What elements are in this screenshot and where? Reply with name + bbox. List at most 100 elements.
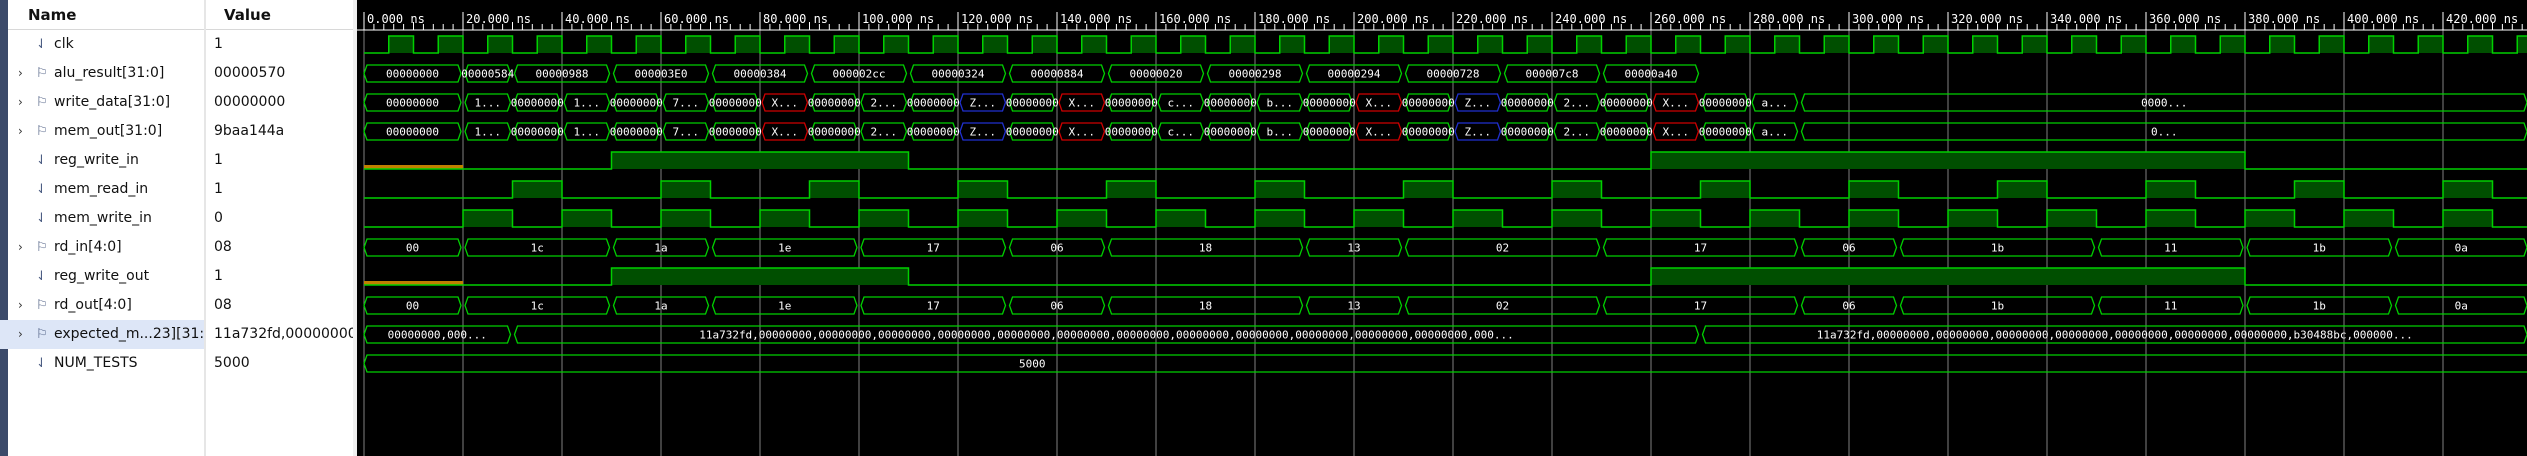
signal-value: 00000570 [214, 65, 286, 81]
high-level-fill [463, 210, 513, 227]
high-level-fill [958, 210, 1008, 227]
high-level-fill [1329, 36, 1354, 53]
high-level-fill [2220, 36, 2245, 53]
bus-value-label: 2... [1564, 126, 1591, 139]
bit-signal-icon: ⇃ [36, 37, 47, 52]
signal-name: clk [54, 36, 74, 52]
signal-name: NUM_TESTS [54, 355, 138, 371]
time-label: 340.000 ns [2050, 12, 2122, 26]
bus-value-label: Z... [970, 126, 997, 139]
bus-signal-icon: ⚐ [36, 298, 48, 313]
high-level-fill [1849, 210, 1899, 227]
signal-row[interactable]: › ⚐ rd_out[4:0] [0, 291, 204, 320]
bus-value-label: 13 [1347, 300, 1360, 313]
signal-row[interactable]: ⇃ clk [0, 30, 204, 59]
signal-row[interactable]: › ⚐ rd_in[4:0] [0, 233, 204, 262]
bus-value-label: 00000384 [734, 68, 787, 81]
name-column-header[interactable]: Name [0, 0, 204, 30]
high-level-fill [784, 36, 810, 53]
bus-value-label: 00000000 [1501, 97, 1554, 110]
bus-value-label: 00000988 [536, 68, 589, 81]
high-level-fill [1428, 36, 1453, 53]
bus-value-label: 000002cc [833, 68, 886, 81]
signal-row[interactable]: ⇃ reg_write_out [0, 262, 204, 291]
signal-row[interactable]: › ⚐ alu_result[31:0] [0, 59, 204, 88]
high-level-fill [2319, 36, 2344, 53]
expand-chevron-icon[interactable]: › [18, 291, 23, 320]
high-level-fill [1527, 36, 1552, 53]
signal-row[interactable]: ⇃ NUM_TESTS [0, 349, 204, 378]
high-level-fill [685, 36, 711, 53]
bus-value-label: c... [1168, 97, 1195, 110]
high-level-fill [2443, 210, 2493, 227]
high-level-fill [388, 36, 414, 53]
signal-row[interactable]: › ⚐ expected_m...23][31:0] [0, 320, 218, 349]
bus-value-label: 00000000 [808, 97, 861, 110]
expand-chevron-icon[interactable]: › [18, 320, 23, 349]
high-level-fill [1255, 181, 1305, 198]
bus-value-label: 00000000 [1105, 126, 1158, 139]
high-level-fill [1180, 36, 1206, 53]
bus-value-label: 000003E0 [635, 68, 688, 81]
bus-value-label: 13 [1347, 242, 1360, 255]
bus-value-label: 06 [1842, 242, 1855, 255]
signal-row[interactable]: ⇃ reg_write_in [0, 146, 204, 175]
waveform-canvas[interactable]: 0.000 ns 20.000 ns 40.000 ns 60.000 ns 80.00… [357, 0, 2527, 456]
high-level-fill [636, 36, 661, 53]
bus-value-label: Z... [1465, 126, 1492, 139]
signal-row[interactable]: › ⚐ mem_out[31:0] [0, 117, 204, 146]
bus-value-label: 00000324 [932, 68, 985, 81]
high-level-fill [859, 210, 909, 227]
bus-value-label: 1b [2313, 242, 2326, 255]
bus-value-label: X... [1663, 97, 1690, 110]
expand-chevron-icon[interactable]: › [18, 59, 23, 88]
bus-value-label: 00000584 [461, 68, 514, 81]
bus-value-label: 1c [531, 242, 544, 255]
bus-value-label: 1b [2313, 300, 2326, 313]
bus-value-label: 00 [406, 242, 419, 255]
high-level-fill [1849, 181, 1899, 198]
high-level-fill [1948, 210, 1998, 227]
bus-value-label: 00000000,000... [388, 329, 487, 342]
high-level-fill [1651, 152, 2245, 169]
signal-value: 1 [214, 36, 223, 52]
bus-value-label: 06 [1842, 300, 1855, 313]
high-level-fill [611, 152, 909, 169]
high-level-fill [586, 36, 612, 53]
high-level-fill [1651, 210, 1701, 227]
signal-value: 08 [214, 239, 232, 255]
expand-chevron-icon[interactable]: › [18, 117, 23, 146]
signal-name: write_data[31:0] [54, 94, 171, 110]
bus-value-label: 00000000 [610, 97, 663, 110]
bus-value-label: a... [1762, 97, 1789, 110]
high-level-fill [1675, 36, 1701, 53]
value-column-header[interactable]: Value [206, 0, 353, 30]
signal-name: alu_result[31:0] [54, 65, 165, 81]
bus-value-label: 00000000 [511, 97, 564, 110]
signal-row[interactable]: ⇃ mem_read_in [0, 175, 204, 204]
expand-chevron-icon[interactable]: › [18, 233, 23, 262]
bus-value-label: 1e [778, 242, 791, 255]
signal-value: 1 [214, 268, 223, 284]
time-label: 400.000 ns [2347, 12, 2419, 26]
high-level-fill [958, 181, 1008, 198]
time-label: 300.000 ns [1852, 12, 1924, 26]
high-level-fill [2368, 36, 2394, 53]
high-level-fill [1552, 181, 1602, 198]
bus-value-label: 17 [1694, 242, 1707, 255]
high-level-fill [1477, 36, 1503, 53]
signal-row[interactable]: › ⚐ write_data[31:0] [0, 88, 204, 117]
time-label: 240.000 ns [1555, 12, 1627, 26]
expand-chevron-icon[interactable]: › [18, 88, 23, 117]
high-level-fill [1453, 210, 1503, 227]
time-label: 20.000 ns [466, 12, 531, 26]
bus-value-label: X... [1663, 126, 1690, 139]
high-level-fill [1032, 36, 1057, 53]
signal-name: mem_out[31:0] [54, 123, 163, 139]
signal-name: mem_write_in [54, 210, 152, 226]
bus-value-label: 00000000 [386, 68, 439, 81]
signal-name: expected_m...23][31:0] [54, 326, 219, 342]
bus-value-label: 2... [871, 97, 898, 110]
high-level-fill [611, 268, 909, 285]
signal-row[interactable]: ⇃ mem_write_in [0, 204, 204, 233]
